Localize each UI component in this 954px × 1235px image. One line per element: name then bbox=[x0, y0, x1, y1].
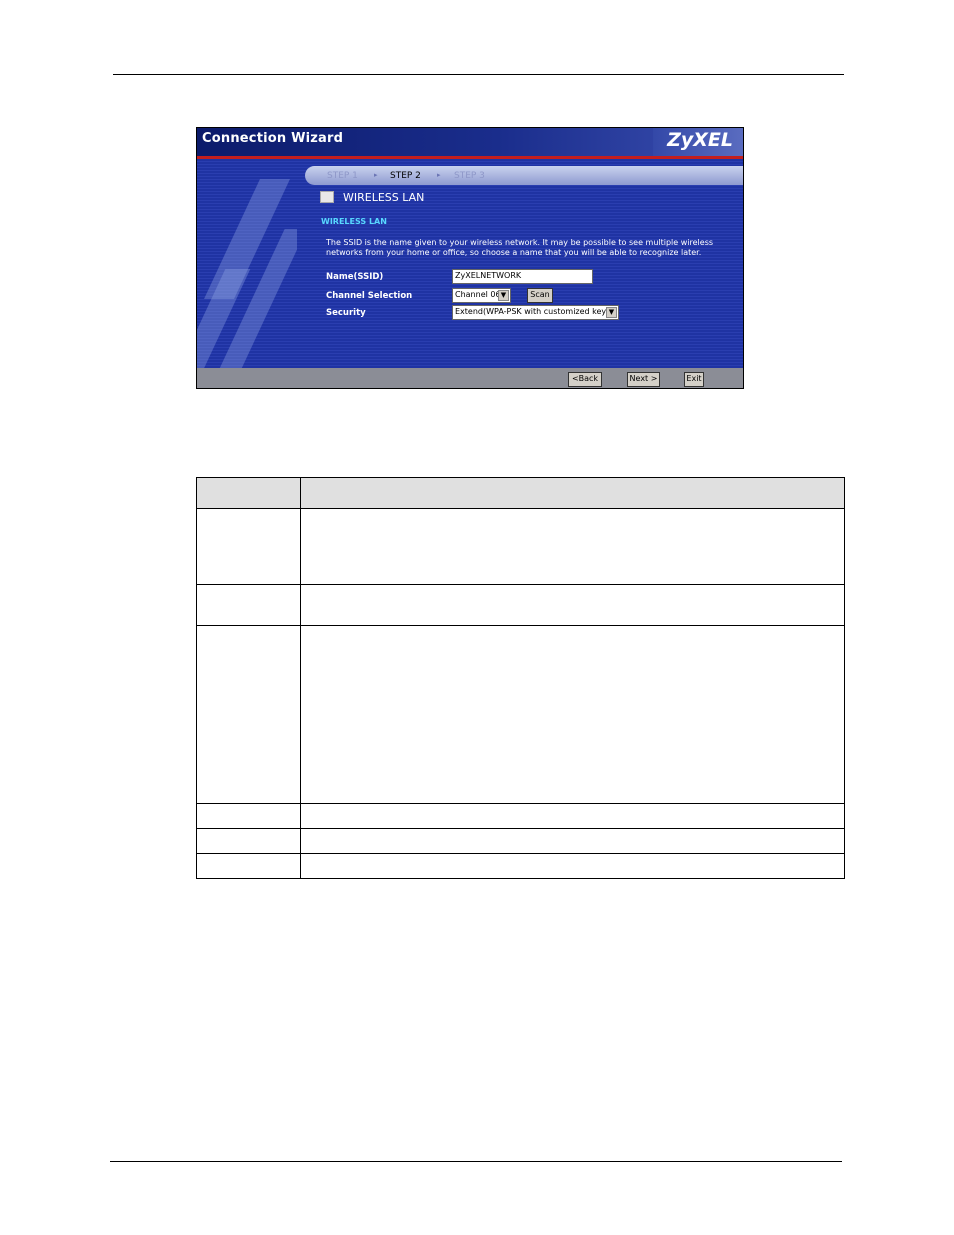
security-select[interactable]: Extend(WPA-PSK with customized key) ▼ bbox=[452, 305, 619, 320]
decorative-art bbox=[197, 159, 297, 368]
table-header-label bbox=[196, 477, 301, 509]
table-cell bbox=[196, 853, 301, 879]
table-cell bbox=[300, 803, 845, 829]
zyxel-logo: ZyXEL bbox=[653, 128, 743, 156]
next-button[interactable]: Next > bbox=[627, 372, 660, 387]
table-cell bbox=[300, 625, 845, 804]
channel-select[interactable]: Channel 06 ▼ bbox=[452, 288, 511, 303]
ssid-input[interactable]: ZyXELNETWORK bbox=[452, 269, 593, 284]
table-cell bbox=[300, 584, 845, 626]
sub-title: WIRELESS LAN bbox=[321, 217, 387, 226]
channel-label: Channel Selection bbox=[326, 291, 413, 301]
table-row bbox=[196, 853, 845, 879]
chevron-down-icon: ▼ bbox=[606, 307, 617, 318]
wizard-title: Connection Wizard bbox=[202, 131, 344, 146]
chevron-down-icon: ▼ bbox=[498, 290, 509, 301]
table-row bbox=[196, 828, 845, 854]
section-title: WIRELESS LAN bbox=[343, 191, 425, 204]
back-button[interactable]: <Back bbox=[568, 372, 602, 387]
channel-value: Channel 06 bbox=[455, 290, 501, 299]
table-cell bbox=[300, 828, 845, 854]
table-header-description bbox=[300, 477, 845, 509]
table-cell bbox=[196, 625, 301, 804]
step-indicator-bar bbox=[305, 166, 743, 185]
table-cell bbox=[196, 828, 301, 854]
wizard-header: Connection Wizard ZyXEL bbox=[197, 128, 743, 156]
table-cell bbox=[196, 803, 301, 829]
table-cell bbox=[196, 584, 301, 626]
step-separator: ▸ bbox=[437, 171, 441, 179]
table-row bbox=[196, 625, 845, 804]
table-cell bbox=[196, 508, 301, 585]
header-rule bbox=[113, 74, 844, 75]
security-value: Extend(WPA-PSK with customized key) bbox=[455, 307, 610, 316]
table-cell bbox=[300, 853, 845, 879]
step-2-label: STEP 2 bbox=[390, 171, 421, 181]
table-row bbox=[196, 508, 845, 585]
folder-icon bbox=[320, 191, 334, 203]
table-row bbox=[196, 803, 845, 829]
step-separator: ▸ bbox=[374, 171, 378, 179]
exit-button[interactable]: Exit bbox=[684, 372, 704, 387]
table-cell bbox=[300, 508, 845, 585]
table-row bbox=[196, 584, 845, 626]
step-3-label: STEP 3 bbox=[454, 171, 485, 181]
footer-rule bbox=[110, 1161, 842, 1162]
connection-wizard-screenshot: Connection Wizard ZyXEL STEP 1 ▸ STEP 2 … bbox=[196, 127, 744, 389]
ssid-description: The SSID is the name given to your wirel… bbox=[326, 238, 714, 257]
wizard-footer bbox=[197, 368, 743, 388]
step-1-label: STEP 1 bbox=[327, 171, 358, 181]
scan-button[interactable]: Scan bbox=[527, 288, 553, 303]
field-description-table bbox=[196, 477, 845, 879]
security-label: Security bbox=[326, 308, 366, 318]
ssid-label: Name(SSID) bbox=[326, 272, 384, 282]
table-header-row bbox=[196, 477, 845, 509]
